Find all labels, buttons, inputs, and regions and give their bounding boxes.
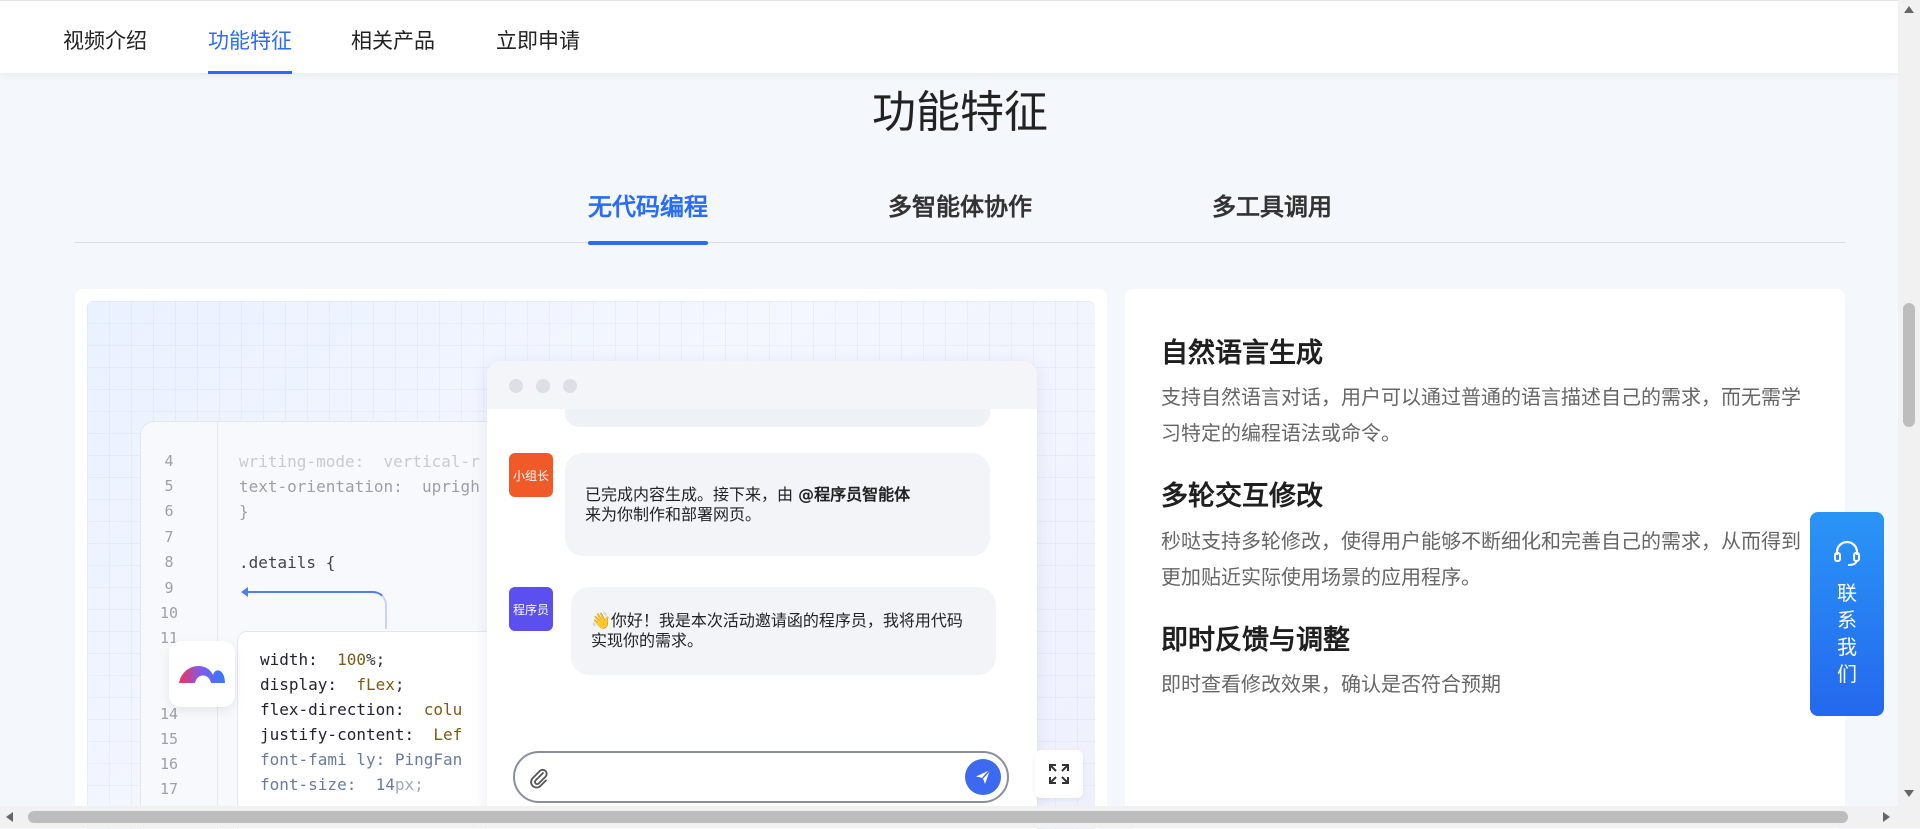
features-card: 自然语言生成 支持自然语言对话，用户可以通过普通的语言描述自己的需求，而无需学习… — [1125, 289, 1845, 829]
subtab-no-code[interactable]: 无代码编程 — [588, 187, 708, 222]
line-number: 8 — [164, 553, 174, 571]
nav-active-indicator — [208, 71, 292, 74]
contact-char: 们 — [1837, 662, 1857, 686]
code-prop: display: — [260, 675, 338, 694]
line-number: 10 — [159, 604, 179, 622]
code-prop: font-size: — [260, 775, 357, 794]
horizontal-scroll-thumb[interactable] — [28, 811, 1848, 823]
window-dot — [509, 379, 523, 393]
nav-tab-related-products[interactable]: 相关产品 — [351, 25, 435, 55]
nav-tab-features[interactable]: 功能特征 — [208, 25, 292, 55]
contact-char: 我 — [1837, 635, 1857, 659]
expand-icon — [1049, 764, 1069, 784]
chat-message: 已完成内容生成。接下来，由 @程序员智能体来为你制作和部署网页。 — [565, 453, 990, 556]
code-value: Lef — [433, 725, 463, 744]
scroll-left-arrow[interactable] — [6, 812, 13, 822]
code-unit: ; — [394, 675, 405, 694]
code-prop: width: — [260, 650, 318, 669]
subtab-active-indicator — [588, 241, 708, 245]
message-text-part: 来为你制作和部署网页。 — [585, 504, 762, 524]
previous-message — [565, 409, 990, 427]
feature-title: 即时反馈与调整 — [1161, 625, 1350, 656]
code-value: 14 — [375, 775, 395, 794]
feature-title: 多轮交互修改 — [1161, 481, 1323, 512]
feature-description: 支持自然语言对话，用户可以通过普通的语言描述自己的需求，而无需学习特定的编程语法… — [1161, 385, 1801, 445]
code-line: font-fami ly: PingFan — [260, 750, 462, 769]
app-logo — [169, 641, 235, 707]
line-number: 16 — [159, 755, 179, 773]
code-line: writing-mode: vertical-r — [239, 452, 480, 471]
line-number: 17 — [159, 780, 179, 798]
code-unit: px; — [394, 775, 424, 794]
connector-arrow — [245, 591, 387, 629]
logo-icon — [179, 665, 225, 683]
demo-illustration: 4 5 6 7 8 9 10 11 14 15 16 17 writing-mo… — [87, 301, 1095, 829]
code-line: font-size: 14px; — [260, 775, 424, 794]
contact-char: 系 — [1837, 608, 1857, 632]
contact-label: 联 系 我 们 — [1810, 580, 1884, 688]
code-value: PingFan — [394, 750, 463, 769]
feature-title: 自然语言生成 — [1161, 338, 1323, 369]
code-unit: %; — [365, 650, 386, 669]
headset-icon — [1834, 540, 1860, 566]
vertical-scrollbar[interactable] — [1898, 0, 1920, 828]
message-text-part: 已完成内容生成。接下来，由 — [585, 484, 799, 504]
message-text: 👋你好！我是本次活动邀请函的程序员，我将用代码实现你的需求。 — [591, 611, 963, 650]
nav-tab-video-intro[interactable]: 视频介绍 — [63, 25, 147, 55]
code-line: justify-content: Lef — [260, 725, 462, 744]
chat-input[interactable] — [513, 751, 1009, 803]
demo-card: 4 5 6 7 8 9 10 11 14 15 16 17 writing-mo… — [75, 289, 1107, 829]
subtab-multi-tool[interactable]: 多工具调用 — [1212, 187, 1332, 222]
line-number: 14 — [159, 705, 179, 723]
vertical-scroll-thumb[interactable] — [1903, 303, 1915, 427]
avatar-programmer: 程序员 — [509, 587, 553, 631]
code-value: colu — [423, 700, 463, 719]
code-line: flex-direction: colu — [260, 700, 462, 719]
subtab-divider — [75, 242, 1845, 243]
line-number: 4 — [164, 452, 174, 470]
chat-titlebar — [487, 361, 1037, 409]
send-icon — [976, 769, 991, 784]
code-value: fLex — [356, 675, 395, 694]
code-prop: font-fami ly: — [260, 750, 386, 769]
code-line: width: 100%; — [260, 650, 385, 669]
code-value: 100 — [337, 650, 366, 669]
fullscreen-button[interactable] — [1035, 750, 1083, 798]
code-prop: justify-content: — [260, 725, 415, 744]
scroll-down-arrow[interactable] — [1904, 790, 1914, 797]
send-button[interactable] — [965, 759, 1001, 795]
contact-char: 联 — [1837, 581, 1857, 605]
chat-window: 小组长 已完成内容生成。接下来，由 @程序员智能体来为你制作和部署网页。 程序员… — [487, 361, 1037, 829]
section-title: 功能特征 — [872, 87, 1048, 138]
scroll-right-arrow[interactable] — [1883, 812, 1890, 822]
scroll-up-arrow[interactable] — [1904, 6, 1914, 13]
top-nav: 视频介绍 功能特征 相关产品 立即申请 — [0, 0, 1898, 74]
mention: @程序员智能体 — [798, 484, 911, 504]
code-line: display: fLex; — [260, 675, 405, 694]
feature-description: 秒哒支持多轮修改，使得用户能够不断细化和完善自己的需求，从而得到更加贴近实际使用… — [1161, 529, 1801, 589]
horizontal-scrollbar[interactable] — [0, 806, 1898, 828]
code-line: text-orientation: uprigh — [239, 477, 480, 496]
contact-us-button[interactable]: 联 系 我 们 — [1810, 512, 1884, 716]
chat-message: 👋你好！我是本次活动邀请函的程序员，我将用代码实现你的需求。 — [571, 587, 996, 675]
avatar-team-lead: 小组长 — [509, 453, 553, 497]
code-prop: flex-direction: — [260, 700, 405, 719]
subtab-multi-agent[interactable]: 多智能体协作 — [888, 187, 1032, 222]
line-number: 7 — [164, 528, 174, 546]
attachment-icon[interactable] — [527, 766, 551, 790]
line-number: 9 — [164, 579, 174, 597]
nav-tab-apply-now[interactable]: 立即申请 — [496, 25, 580, 55]
code-line: .details { — [239, 553, 336, 572]
line-number: 6 — [164, 502, 174, 520]
line-number: 15 — [159, 730, 179, 748]
code-line: } — [239, 502, 249, 521]
line-number: 5 — [164, 477, 174, 495]
message-text: 已完成内容生成。接下来，由 @程序员智能体来为你制作和部署网页。 — [585, 485, 910, 525]
window-dot — [563, 379, 577, 393]
feature-description: 即时查看修改效果，确认是否符合预期 — [1161, 672, 1501, 696]
window-dot — [536, 379, 550, 393]
